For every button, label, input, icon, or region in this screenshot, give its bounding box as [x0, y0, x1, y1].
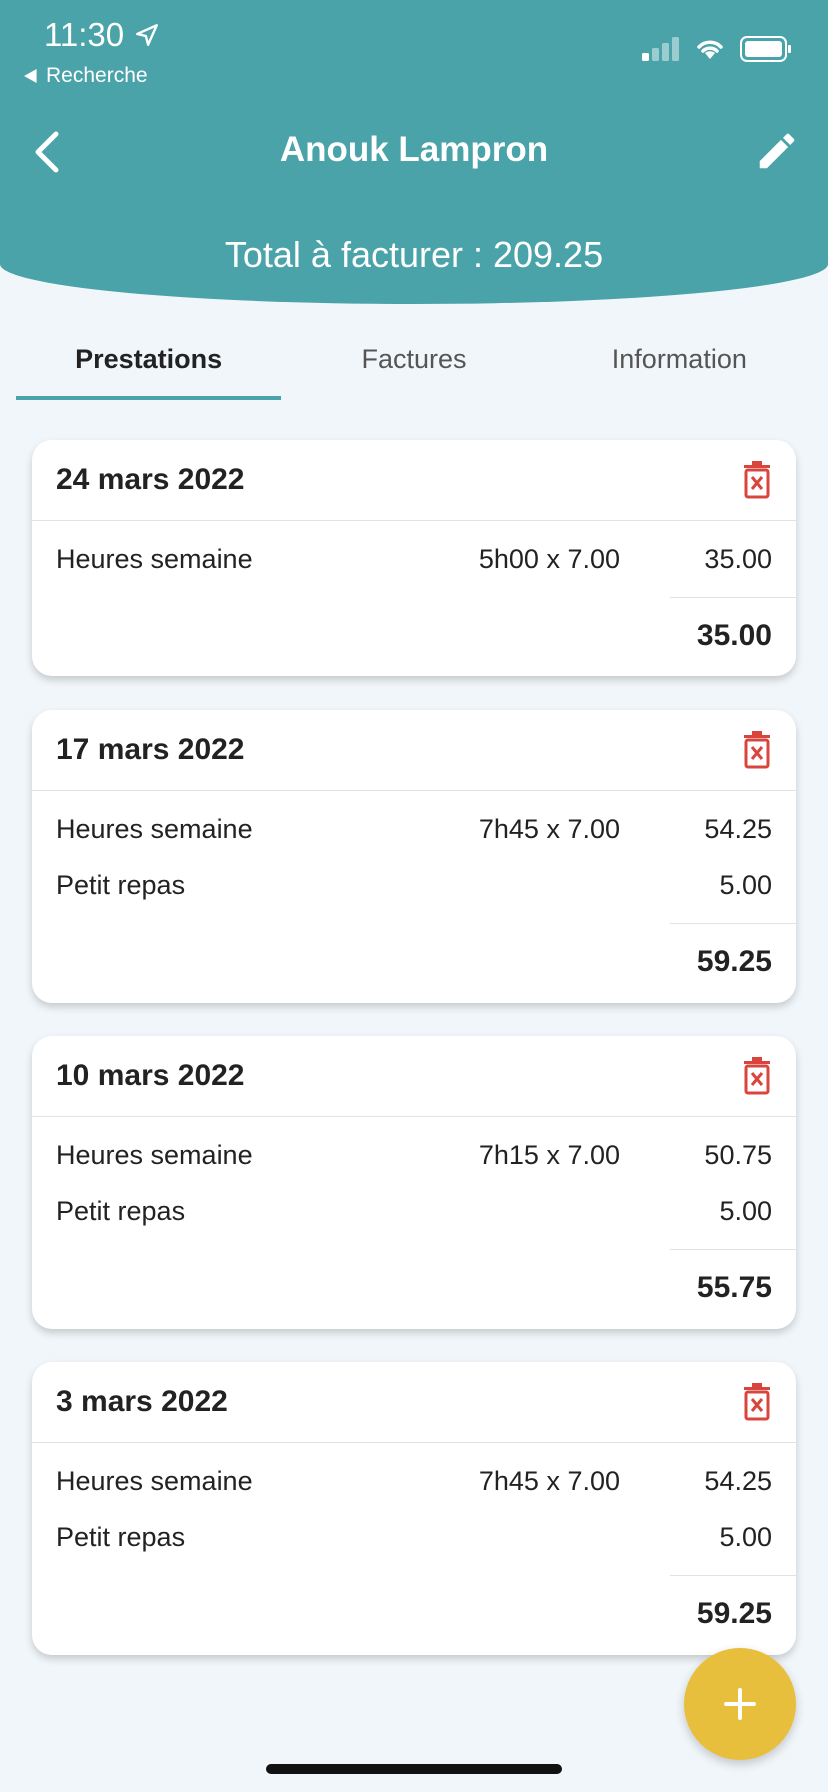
card-header: 3 mars 2022 [32, 1362, 796, 1443]
edit-button[interactable] [754, 128, 800, 174]
pencil-icon [759, 133, 795, 169]
card-total-value: 35.00 [696, 619, 772, 652]
row-quantity: 7h45 x 7.00 [478, 1465, 620, 1496]
service-row: Heures semaine 7h45 x 7.00 54.25 [56, 1453, 772, 1509]
status-indicators [642, 36, 792, 62]
row-label: Heures semaine [56, 543, 253, 574]
home-indicator [266, 1764, 562, 1774]
status-time: 11:30 [44, 16, 160, 54]
row-label: Heures semaine [56, 1139, 253, 1170]
card-total-value: 59.25 [696, 1597, 772, 1630]
service-card: 17 mars 2022 Heures semaine 7h45 x 7.00 … [32, 710, 796, 1003]
card-total: 59.25 [32, 1575, 796, 1655]
card-total-value: 55.75 [696, 1271, 772, 1304]
row-label: Heures semaine [56, 1465, 253, 1496]
total-divider [670, 1249, 796, 1250]
card-header: 17 mars 2022 [32, 710, 796, 791]
row-amount: 50.75 [704, 1139, 772, 1170]
row-label: Petit repas [56, 1195, 186, 1226]
card-date: 24 mars 2022 [56, 463, 245, 496]
total-divider [670, 1575, 796, 1576]
wifi-icon [697, 40, 723, 59]
row-amount: 5.00 [719, 1521, 772, 1552]
tab-bar: Prestations Factures Information [16, 330, 812, 400]
trash-icon[interactable] [742, 461, 772, 499]
service-card: 3 mars 2022 Heures semaine 7h45 x 7.00 5… [32, 1362, 796, 1655]
row-amount: 54.25 [704, 1465, 772, 1496]
service-row: Heures semaine 7h45 x 7.00 54.25 [56, 801, 772, 857]
row-amount: 5.00 [719, 1195, 772, 1226]
row-quantity: 5h00 x 7.00 [478, 543, 620, 574]
service-row: Heures semaine 7h15 x 7.00 50.75 [56, 1127, 772, 1183]
row-label: Petit repas [56, 1521, 186, 1552]
total-to-invoice: Total à facturer : 209.25 [224, 234, 604, 275]
signal-icon [642, 37, 679, 61]
service-row: Heures semaine 5h00 x 7.00 35.00 [56, 531, 772, 587]
add-service-button[interactable] [684, 1648, 796, 1760]
tab-information[interactable]: Information [547, 330, 812, 400]
row-amount: 54.25 [704, 813, 772, 844]
service-card: 10 mars 2022 Heures semaine 7h15 x 7.00 … [32, 1036, 796, 1329]
service-card: 24 mars 2022 Heures semaine 5h00 x 7.00 … [32, 440, 796, 676]
trash-icon[interactable] [742, 731, 772, 769]
row-quantity: 7h15 x 7.00 [478, 1139, 620, 1170]
card-total-value: 59.25 [696, 945, 772, 978]
trash-icon[interactable] [742, 1383, 772, 1421]
card-total: 59.25 [32, 923, 796, 1003]
tab-factures[interactable]: Factures [281, 330, 546, 400]
clock: 11:30 [44, 16, 125, 53]
back-app-label: Recherche [46, 64, 148, 87]
total-divider [670, 923, 796, 924]
card-date: 3 mars 2022 [56, 1385, 228, 1418]
battery-icon [740, 36, 791, 62]
triangle-left-icon [24, 69, 37, 83]
card-header: 10 mars 2022 [32, 1036, 796, 1117]
back-to-app[interactable]: Recherche [24, 64, 148, 88]
card-total: 55.75 [32, 1249, 796, 1329]
service-row: Petit repas 5.00 [56, 1183, 772, 1239]
row-amount: 5.00 [719, 869, 772, 900]
trash-icon[interactable] [742, 1057, 772, 1095]
row-label: Heures semaine [56, 813, 253, 844]
tab-prestations[interactable]: Prestations [16, 330, 282, 400]
row-quantity: 7h45 x 7.00 [478, 813, 620, 844]
row-label: Petit repas [56, 869, 186, 900]
total-divider [670, 597, 796, 598]
row-amount: 35.00 [704, 543, 772, 574]
location-arrow-icon [136, 24, 159, 46]
plus-icon [724, 1688, 756, 1720]
page-title: Anouk Lampron [279, 130, 549, 169]
card-total: 35.00 [32, 597, 796, 677]
card-header: 24 mars 2022 [32, 440, 796, 521]
header: 11:30 Recherche Anouk Lampron Total à fa… [0, 0, 828, 304]
service-row: Petit repas 5.00 [56, 1509, 772, 1565]
card-date: 10 mars 2022 [56, 1059, 245, 1092]
card-date: 17 mars 2022 [56, 733, 245, 766]
service-row: Petit repas 5.00 [56, 857, 772, 913]
